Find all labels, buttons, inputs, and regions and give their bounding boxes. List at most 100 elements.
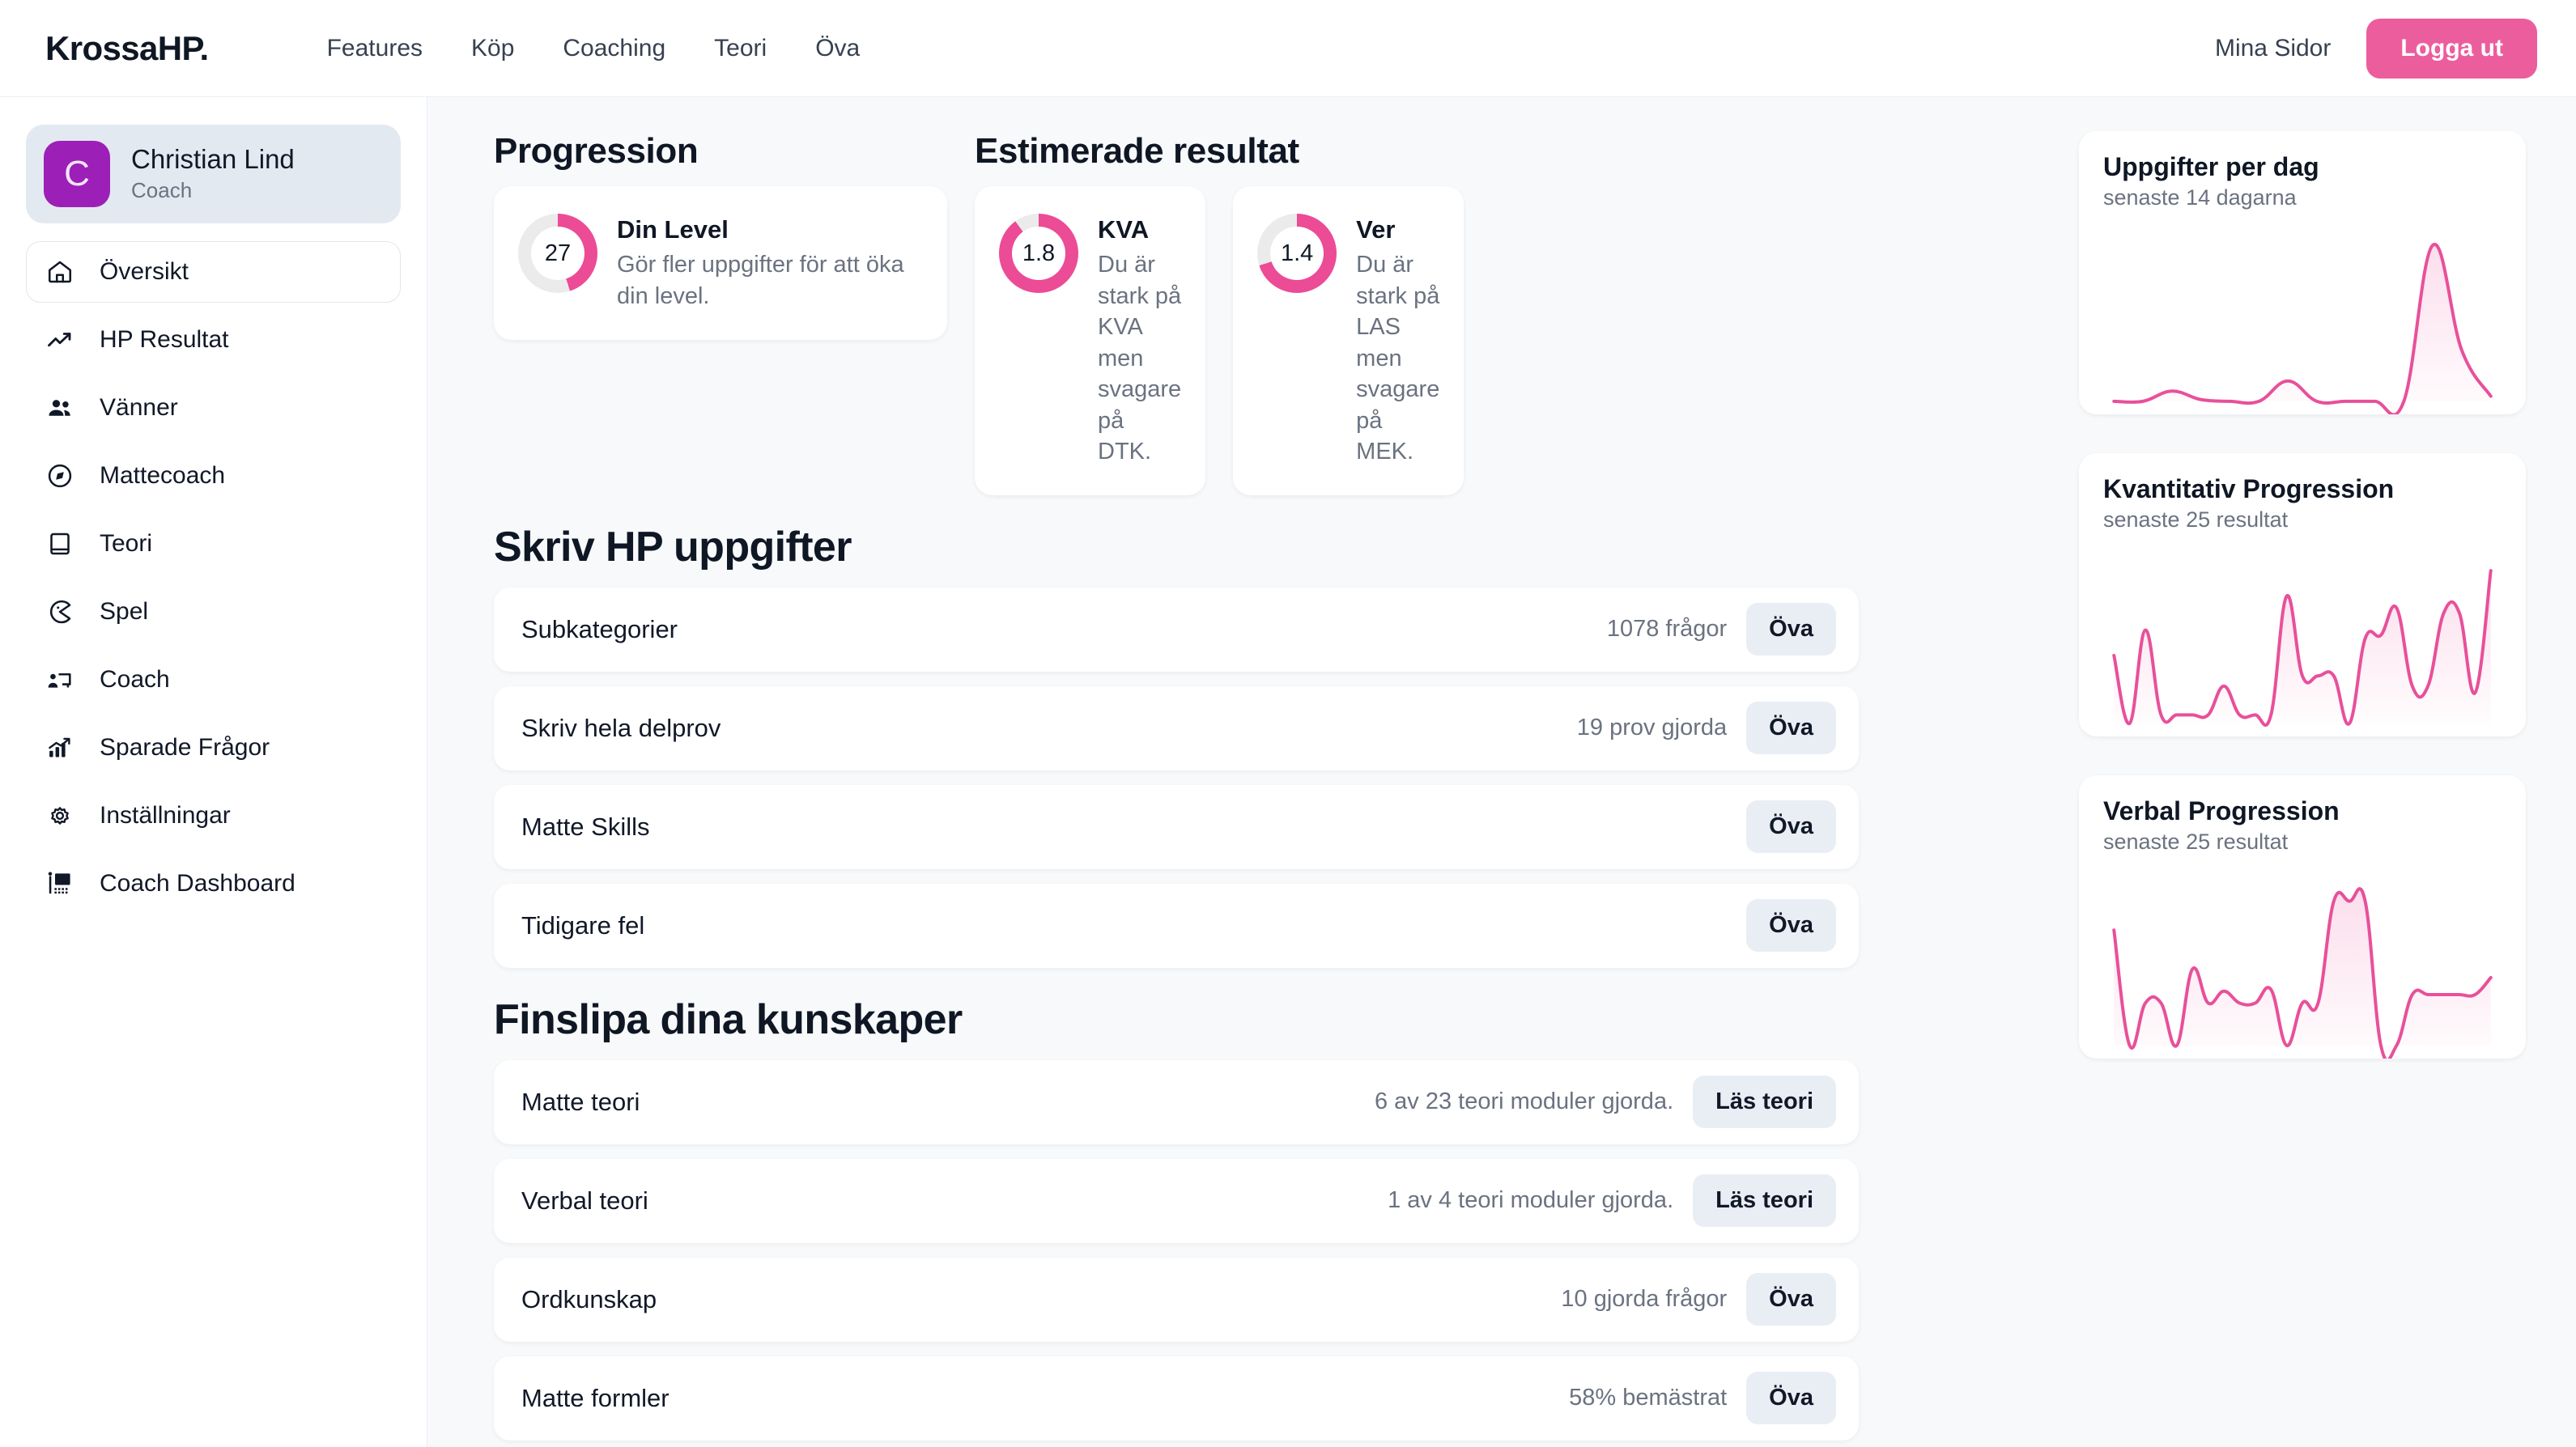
sidebar-item-hp-resultat[interactable]: HP Resultat (26, 309, 401, 371)
center-column: Progression 27 Din Level Gör fler uppgif… (427, 97, 2058, 1447)
sidebar-item-teori[interactable]: Teori (26, 513, 401, 575)
practice-button[interactable]: Öva (1746, 1273, 1836, 1326)
nav-link-ova[interactable]: Öva (791, 27, 884, 70)
table-row[interactable]: Matte formler 58% bemästrat Öva (494, 1356, 1859, 1441)
chart-title: Kvantitativ Progression (2103, 474, 2395, 503)
row-label: Skriv hela delprov (521, 713, 721, 742)
level-card[interactable]: 27 Din Level Gör fler uppgifter för att … (494, 186, 947, 340)
profile-role: Coach (131, 177, 193, 202)
kva-value: 1.8 (1022, 240, 1056, 266)
ver-value: 1.4 (1281, 240, 1314, 266)
trending-up-icon (45, 325, 75, 355)
tasks-list: Subkategorier 1078 frågor Öva Skriv hela… (494, 587, 1859, 968)
verbal-progression-chart-card: Verbal Progression senaste 25 resultat (2079, 775, 2526, 1059)
practice-button[interactable]: Öva (1746, 702, 1836, 755)
table-row[interactable]: Subkategorier 1078 frågor Öva (494, 587, 1859, 672)
sidebar-item-label: Teori (100, 530, 153, 557)
estimated-cards: 1.8 KVA Du är stark på KVA men svagare p… (975, 186, 1464, 495)
table-row[interactable]: Verbal teori 1 av 4 teori moduler gjorda… (494, 1158, 1859, 1243)
compass-icon (45, 460, 75, 491)
row-meta: 58% bemästrat (1569, 1385, 1728, 1411)
gear-icon (45, 800, 75, 831)
chart-plot (2103, 219, 2502, 414)
table-row[interactable]: Matte Skills Öva (494, 784, 1859, 869)
avatar: C (44, 141, 110, 207)
practice-button[interactable]: Öva (1746, 1372, 1836, 1425)
classroom-icon (45, 868, 75, 899)
tasks-per-day-chart-card: Uppgifter per dag senaste 14 dagarna (2079, 131, 2526, 414)
progression-section: Progression 27 Din Level Gör fler uppgif… (494, 131, 947, 495)
kva-donut: 1.8 (999, 214, 1078, 293)
row-label: Matte formler (521, 1383, 670, 1412)
table-row[interactable]: Ordkunskap 10 gjorda frågor Öva (494, 1257, 1859, 1342)
nav-link-kop[interactable]: Köp (447, 27, 538, 70)
level-donut: 27 (518, 214, 597, 293)
level-value: 27 (544, 240, 572, 266)
sidebar-item-installningar[interactable]: Inställningar (26, 785, 401, 847)
top-navigation-bar: KrossaHP. Features Köp Coaching Teori Öv… (0, 0, 2576, 97)
sidebar-item-vanner[interactable]: Vänner (26, 377, 401, 439)
estimated-section: Estimerade resultat 1.8 KVA Du är stark … (975, 131, 1464, 495)
read-theory-button[interactable]: Läs teori (1693, 1076, 1836, 1129)
sidebar-item-coach-dashboard[interactable]: Coach Dashboard (26, 853, 401, 914)
level-name: Din Level (617, 215, 729, 244)
practice-button[interactable]: Öva (1746, 603, 1836, 656)
ver-text: Ver Du är stark på LAS men svagare på ME… (1356, 214, 1439, 468)
row-meta: 6 av 23 teori moduler gjorda. (1374, 1088, 1674, 1115)
practice-button[interactable]: Öva (1746, 800, 1836, 854)
people-icon (45, 393, 75, 423)
estimated-title: Estimerade resultat (975, 131, 1299, 171)
nav-link-teori[interactable]: Teori (690, 27, 791, 70)
bar-chart-icon (45, 732, 75, 763)
row-meta: 1078 frågor (1606, 616, 1728, 643)
main-nav: Features Köp Coaching Teori Öva (303, 27, 885, 70)
sidebar: C Christian Lind Coach Översikt HP Resul… (0, 97, 427, 1447)
sidebar-item-coach[interactable]: Coach (26, 649, 401, 711)
level-text: Din Level Gör fler uppgifter för att öka… (617, 214, 923, 312)
sidebar-item-spel[interactable]: Spel (26, 581, 401, 643)
main-content: Progression 27 Din Level Gör fler uppgif… (427, 97, 2576, 1447)
row-label: Verbal teori (521, 1186, 648, 1215)
table-row[interactable]: Tidigare fel Öva (494, 883, 1859, 968)
kva-text: KVA Du är stark på KVA men svagare på DT… (1098, 214, 1181, 468)
refine-title: Finslipa dina kunskaper (494, 995, 963, 1043)
book-icon (45, 528, 75, 559)
profile-name: Christian Lind (131, 143, 295, 174)
ver-card[interactable]: 1.4 Ver Du är stark på LAS men svagare p… (1233, 186, 1464, 495)
table-row[interactable]: Skriv hela delprov 19 prov gjorda Öva (494, 685, 1859, 770)
ver-name: Ver (1356, 215, 1396, 244)
logout-button[interactable]: Logga ut (2366, 18, 2537, 79)
chart-plot (2103, 863, 2502, 1059)
kva-name: KVA (1098, 215, 1150, 244)
kva-card[interactable]: 1.8 KVA Du är stark på KVA men svagare p… (975, 186, 1206, 495)
nav-link-coaching[interactable]: Coaching (538, 27, 690, 70)
table-row[interactable]: Matte teori 6 av 23 teori moduler gjorda… (494, 1059, 1859, 1144)
chart-subtitle: senaste 25 resultat (2103, 830, 2289, 854)
home-icon (45, 257, 75, 287)
refine-list: Matte teori 6 av 23 teori moduler gjorda… (494, 1059, 1859, 1441)
app-body: C Christian Lind Coach Översikt HP Resul… (0, 97, 2576, 1447)
sidebar-item-label: Mattecoach (100, 462, 226, 489)
sidebar-item-label: HP Resultat (100, 326, 229, 353)
profile-text: Christian Lind Coach (131, 144, 295, 205)
nav-link-features[interactable]: Features (303, 27, 447, 70)
practice-button[interactable]: Öva (1746, 899, 1836, 953)
user-profile-card[interactable]: C Christian Lind Coach (26, 125, 401, 223)
my-pages-link[interactable]: Mina Sidor (2215, 35, 2331, 62)
sidebar-item-label: Sparade Frågor (100, 734, 270, 761)
ver-desc: Du är stark på LAS men svagare på MEK. (1356, 252, 1440, 465)
sidebar-item-mattecoach[interactable]: Mattecoach (26, 445, 401, 507)
row-label: Ordkunskap (521, 1284, 657, 1313)
game-icon (45, 596, 75, 627)
charts-column: Uppgifter per dag senaste 14 dagarna Kva… (2058, 97, 2576, 1447)
kva-desc: Du är stark på KVA men svagare på DTK. (1098, 252, 1182, 465)
row-meta: 19 prov gjorda (1576, 715, 1728, 741)
chart-plot (2103, 541, 2502, 736)
chart-subtitle: senaste 25 resultat (2103, 507, 2289, 532)
read-theory-button[interactable]: Läs teori (1693, 1174, 1836, 1228)
sidebar-item-sparade-fragor[interactable]: Sparade Frågor (26, 717, 401, 779)
brand-logo[interactable]: KrossaHP. (45, 29, 209, 68)
chart-title: Uppgifter per dag (2103, 152, 2319, 181)
sidebar-item-oversikt[interactable]: Översikt (26, 241, 401, 303)
row-meta: 10 gjorda frågor (1561, 1286, 1728, 1313)
